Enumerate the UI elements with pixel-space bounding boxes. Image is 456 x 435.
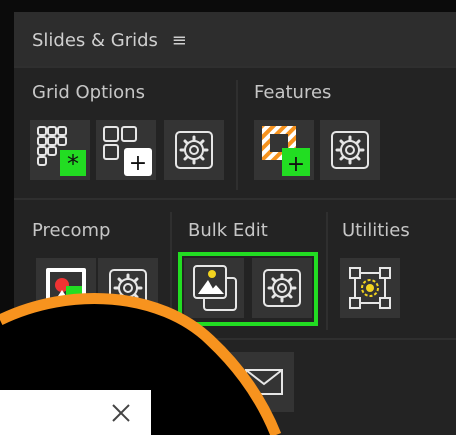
utilities-button[interactable]	[340, 258, 400, 318]
section-utilities: Utilities	[342, 220, 410, 241]
new-grid-button[interactable]: *	[30, 120, 90, 180]
divider-utilities	[326, 212, 328, 330]
feature-add-icon: +	[262, 126, 310, 177]
panel-header: Slides & Grids ≡	[14, 12, 456, 66]
mail-icon	[245, 369, 283, 395]
precomp-button[interactable]	[36, 258, 96, 318]
section-precomp: Precomp	[32, 220, 111, 241]
precomp-icon	[46, 268, 86, 308]
grid-settings-button[interactable]	[164, 120, 224, 180]
bulk-edit-highlight	[178, 252, 318, 326]
utilities-select-icon	[349, 267, 391, 309]
grid-new-icon: *	[37, 126, 86, 178]
divider-precomp	[170, 212, 172, 330]
divider-middle	[14, 198, 456, 200]
gear-icon	[331, 131, 369, 169]
panel-title-text: Slides & Grids	[32, 30, 158, 51]
gear-icon	[109, 269, 147, 307]
divider-bottom	[14, 338, 456, 340]
mail-button[interactable]	[234, 352, 294, 412]
divider-top	[14, 66, 456, 68]
gear-icon	[175, 131, 213, 169]
section-bulk-edit: Bulk Edit	[188, 220, 268, 241]
svg-text:+: +	[129, 151, 147, 176]
section-features: Features	[254, 82, 332, 103]
panel-title: Slides & Grids ≡	[32, 30, 187, 51]
precomp-settings-button[interactable]	[98, 258, 158, 318]
tooltip-box	[0, 390, 151, 435]
feature-settings-button[interactable]	[320, 120, 380, 180]
hamburger-menu-icon[interactable]: ≡	[172, 30, 187, 51]
grid-add-icon: +	[103, 126, 152, 176]
info-button[interactable]	[174, 352, 234, 412]
section-grid-options: Grid Options	[32, 82, 145, 103]
divider-features	[236, 80, 238, 190]
close-icon[interactable]	[108, 400, 134, 426]
add-grid-button[interactable]: +	[96, 120, 156, 180]
info-icon	[189, 367, 219, 397]
svg-text:*: *	[67, 150, 79, 178]
add-feature-button[interactable]: +	[254, 120, 314, 180]
svg-text:+: +	[287, 152, 305, 177]
